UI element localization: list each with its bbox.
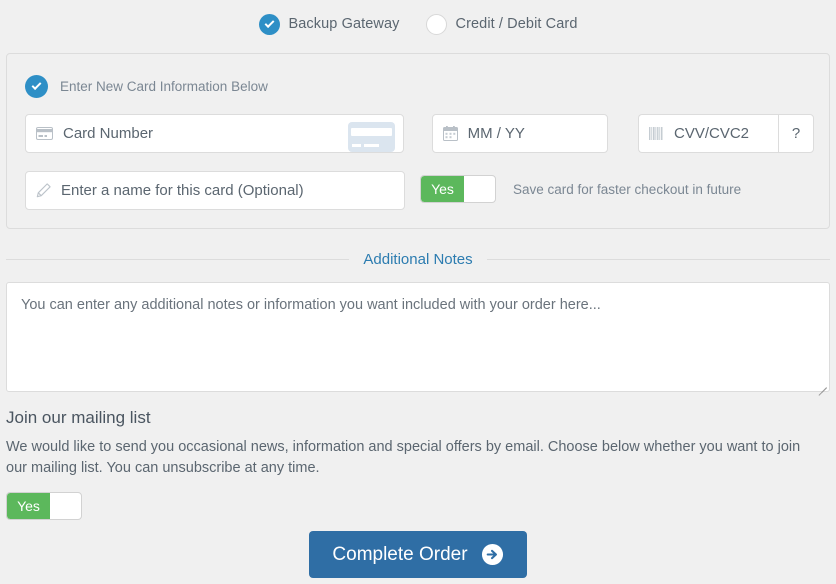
resize-handle-icon[interactable] (815, 377, 827, 396)
barcode-icon (649, 127, 663, 140)
gateway-option-backup-label: Backup Gateway (288, 16, 400, 32)
gateway-option-backup[interactable]: Backup Gateway (258, 13, 400, 35)
gateway-option-credit-card[interactable]: Credit / Debit Card (425, 13, 578, 35)
arrow-circle-right-icon (481, 543, 503, 566)
new-card-panel-heading: Enter New Card Information Below (60, 79, 268, 94)
card-fields-row-2: Enter a name for this card (Optional) Ye… (22, 153, 814, 210)
mailing-list-toggle[interactable]: Yes (6, 492, 82, 520)
calendar-icon (442, 126, 458, 141)
cvv-help-button[interactable]: ? (778, 114, 814, 153)
mailing-list-toggle-value: Yes (7, 493, 50, 519)
save-card-row: Yes Save card for faster checkout in fut… (420, 175, 741, 203)
gateway-selector: Backup Gateway Credit / Debit Card (0, 0, 836, 46)
complete-order-button[interactable]: Complete Order (309, 531, 527, 578)
additional-notes-title: Additional Notes (363, 251, 473, 268)
card-number-input[interactable]: Card Number (25, 114, 404, 153)
complete-order-label: Complete Order (332, 543, 468, 565)
cvv-placeholder: CVV/CVC2 (674, 125, 750, 142)
new-card-panel: Enter New Card Information Below Card Nu… (6, 53, 830, 229)
new-card-panel-header[interactable]: Enter New Card Information Below (25, 75, 814, 98)
card-fields-row-1: Card Number MM / YY CVV/CVC2 ? (22, 114, 814, 153)
save-card-toggle-value: Yes (421, 176, 464, 202)
divider-left (6, 259, 350, 260)
divider-right (486, 259, 831, 260)
gateway-option-credit-card-label: Credit / Debit Card (455, 16, 578, 32)
additional-notes-header: Additional Notes (6, 251, 831, 268)
radio-checked-icon[interactable] (25, 75, 48, 98)
mailing-list-title: Join our mailing list (6, 408, 151, 427)
cvv-help-label: ? (791, 125, 801, 142)
cvv-input[interactable]: CVV/CVC2 (638, 114, 778, 153)
cvv-group: CVV/CVC2 ? (638, 114, 814, 153)
mailing-list-description: We would like to send you occasional new… (6, 439, 801, 476)
card-name-input[interactable]: Enter a name for this card (Optional) (25, 171, 405, 210)
save-card-label: Save card for faster checkout in future (513, 181, 742, 197)
radio-checked-icon[interactable] (258, 13, 280, 35)
radio-unchecked-icon[interactable] (425, 13, 447, 35)
card-expiry-placeholder: MM / YY (467, 125, 525, 142)
card-name-placeholder: Enter a name for this card (Optional) (61, 182, 304, 199)
save-card-toggle[interactable]: Yes (420, 175, 496, 203)
mailing-list-toggle-wrap: Yes (6, 492, 836, 520)
pencil-icon (36, 183, 51, 198)
card-brand-graphic-icon (347, 122, 395, 152)
card-expiry-input[interactable]: MM / YY (431, 114, 608, 153)
card-number-placeholder: Card Number (63, 125, 154, 142)
credit-card-icon (36, 127, 53, 140)
additional-notes-placeholder: You can enter any additional notes or in… (21, 297, 601, 313)
submit-row: Complete Order (0, 531, 836, 578)
additional-notes-textarea[interactable]: You can enter any additional notes or in… (6, 282, 830, 396)
